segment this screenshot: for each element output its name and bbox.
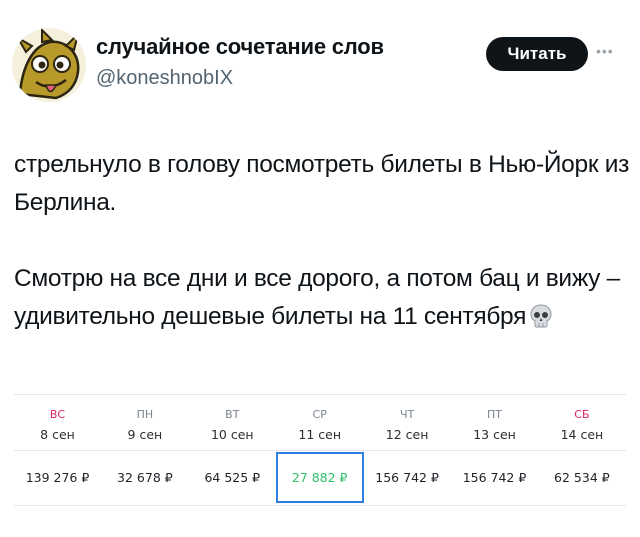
date-label: 14 сен: [560, 427, 604, 442]
day-of-week-label: ВС: [49, 408, 66, 421]
day-of-week-label: ПТ: [487, 408, 502, 421]
price-label[interactable]: 64 525 ₽: [189, 470, 276, 485]
follow-button[interactable]: Читать: [486, 37, 588, 71]
price-label[interactable]: 156 742 ₽: [364, 470, 451, 485]
date-label: 9 сен: [127, 427, 163, 442]
calendar-day-1[interactable]: ВС 8 сен 139 276 ₽: [14, 395, 101, 505]
tweet-paragraph-1: стрельнуло в голову посмотреть билеты в …: [14, 151, 630, 216]
price-label[interactable]: 62 534 ₽: [538, 470, 625, 485]
date-label: 10 сен: [210, 427, 254, 442]
price-label[interactable]: 32 678 ₽: [101, 470, 188, 485]
date-label: 8 сен: [40, 427, 75, 442]
day-of-week-label: ЧТ: [399, 408, 415, 421]
day-of-week-label: ВТ: [225, 408, 240, 421]
price-label[interactable]: 139 276 ₽: [14, 470, 101, 485]
date-label: 11 сен: [298, 427, 341, 442]
author-handle[interactable]: @koneshnobIX: [96, 67, 233, 90]
tweet-paragraph-2: Смотрю на все дни и все дорого, а потом …: [14, 260, 634, 340]
author-display-name[interactable]: случайное сочетание слов: [96, 34, 384, 60]
day-of-week-label: ПН: [136, 408, 154, 421]
date-label: 12 сен: [385, 427, 429, 442]
price-calendar: ВС 8 сен 139 276 ₽ ПН 9 сен 32 678 ₽ ВТ 10 сен 6…: [14, 394, 626, 506]
tweet-text: стрельнуло в голову посмотреть билеты в …: [14, 146, 634, 340]
calendar-day-5[interactable]: ЧТ 12 сен 156 742 ₽: [364, 395, 451, 505]
calendar-day-2[interactable]: ПН 9 сен 32 678 ₽: [101, 395, 188, 505]
dragon-avatar-icon[interactable]: [12, 28, 86, 102]
selected-day-highlight: [276, 452, 364, 503]
more-dots-icon[interactable]: •••: [596, 43, 614, 59]
calendar-day-3[interactable]: ВТ 10 сен 64 525 ₽: [189, 395, 276, 505]
calendar-day-7[interactable]: СБ 14 сен 62 534 ₽: [538, 395, 625, 505]
day-of-week-label: СБ: [574, 408, 590, 421]
date-label: 13 сен: [473, 427, 516, 442]
calendar-day-6[interactable]: ПТ 13 сен 156 742 ₽: [451, 395, 538, 505]
price-label[interactable]: 156 742 ₽: [451, 470, 538, 485]
skull-icon: [530, 302, 552, 340]
day-of-week-label: СР: [312, 408, 327, 421]
